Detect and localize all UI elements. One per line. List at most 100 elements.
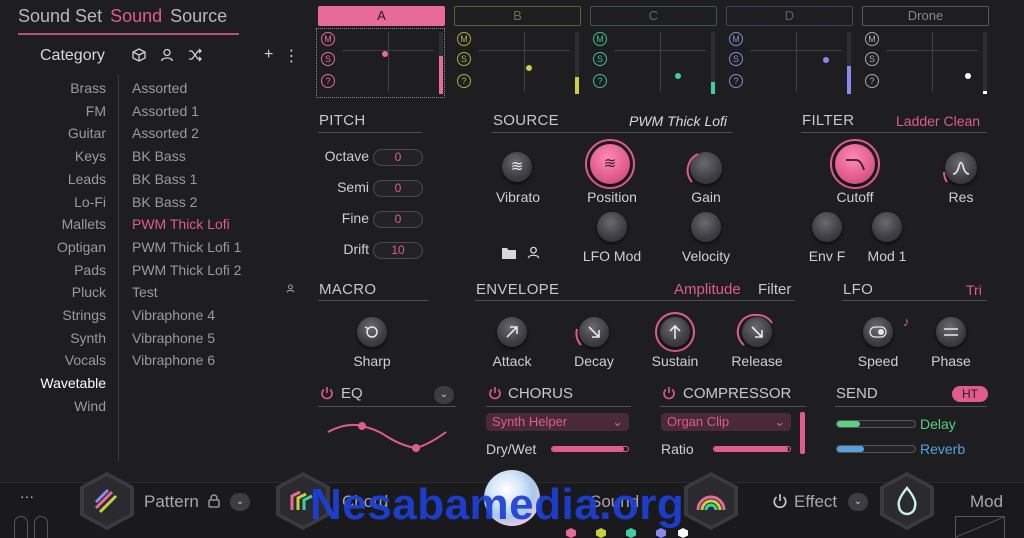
mod-label[interactable]: Mod <box>970 492 1003 512</box>
keyboard-key-1[interactable] <box>14 516 28 538</box>
tab-sound-set[interactable]: Sound Set <box>18 6 102 27</box>
preset-item[interactable]: PWM Thick Lofi 2 <box>132 259 241 282</box>
preset-item[interactable]: Vibraphone 4 <box>132 304 241 327</box>
category-item[interactable]: Vocals <box>40 349 106 372</box>
preset-item[interactable]: Vibraphone 6 <box>132 349 241 372</box>
help-icon[interactable]: ? <box>729 74 743 88</box>
compressor-ratio-slider[interactable] <box>713 446 791 452</box>
part-tab[interactable]: B <box>454 6 581 26</box>
tab-source[interactable]: Source <box>170 6 227 27</box>
sustain-knob[interactable] <box>660 317 690 347</box>
tab-sound[interactable]: Sound <box>110 6 162 27</box>
send-ht-badge[interactable]: HT <box>952 386 988 402</box>
note-icon[interactable]: ♪ <box>903 314 910 329</box>
xy-dot[interactable] <box>382 51 388 57</box>
mute-button[interactable]: M <box>321 32 335 46</box>
category-item[interactable]: FM <box>40 100 106 123</box>
user-icon[interactable] <box>527 246 540 264</box>
mute-button[interactable]: M <box>729 32 743 46</box>
effect-power-icon[interactable] <box>772 493 788 514</box>
cutoff-knob[interactable] <box>835 144 875 184</box>
effect-label[interactable]: Effect <box>794 492 837 512</box>
eq-power-icon[interactable] <box>320 386 334 405</box>
lfo-shape[interactable]: Tri <box>966 282 982 298</box>
eq-dropdown-button[interactable]: ⌄ <box>434 386 454 404</box>
xy-pad[interactable] <box>886 32 978 92</box>
category-item[interactable]: Strings <box>40 304 106 327</box>
xy-dot[interactable] <box>823 57 829 63</box>
chorus-preset-dropdown[interactable]: Synth Helper ⌄ <box>486 413 629 431</box>
xy-dot[interactable] <box>675 73 681 79</box>
preset-item[interactable]: Assorted 1 <box>132 100 241 123</box>
mod-panel[interactable] <box>955 516 1005 538</box>
category-item[interactable]: Lo-Fi <box>40 191 106 214</box>
pattern-label[interactable]: Pattern <box>144 492 199 512</box>
category-item[interactable]: Wind <box>40 395 106 418</box>
part-tab[interactable]: C <box>590 6 717 26</box>
chorus-power-icon[interactable] <box>488 386 502 405</box>
sharp-knob[interactable] <box>357 317 387 347</box>
category-item[interactable]: Brass <box>40 77 106 100</box>
folder-icon[interactable] <box>501 246 517 265</box>
xy-pad[interactable] <box>750 32 842 92</box>
filter-type[interactable]: Ladder Clean <box>896 113 980 129</box>
mod1-knob[interactable] <box>872 212 902 242</box>
bottom-more-icon[interactable]: ··· <box>20 488 34 504</box>
part-d[interactable]: D M S? <box>726 6 853 97</box>
help-icon[interactable]: ? <box>593 74 607 88</box>
send-label[interactable]: Delay <box>920 416 956 432</box>
eq-curve[interactable] <box>326 412 450 456</box>
shuffle-icon[interactable] <box>188 48 202 65</box>
category-item[interactable]: Wavetable <box>40 372 106 395</box>
part-c[interactable]: C M S? <box>590 6 717 97</box>
category-item[interactable]: Mallets <box>40 213 106 236</box>
send-slider[interactable] <box>836 420 916 428</box>
add-preset-button[interactable]: + <box>264 46 273 66</box>
chorus-drywet-slider[interactable] <box>551 446 629 452</box>
preset-item[interactable]: Assorted <box>132 77 241 100</box>
help-icon[interactable]: ? <box>457 74 471 88</box>
mute-button[interactable]: M <box>593 32 607 46</box>
category-item[interactable]: Optigan <box>40 236 106 259</box>
part-tab[interactable]: A <box>318 6 445 26</box>
xy-pad[interactable] <box>478 32 570 92</box>
preset-item[interactable]: PWM Thick Lofi <box>132 213 241 236</box>
pitch-value-field[interactable]: 10 <box>373 242 423 259</box>
speed-knob[interactable] <box>863 317 893 347</box>
attack-knob[interactable] <box>497 317 527 347</box>
category-item[interactable]: Pads <box>40 259 106 282</box>
env-f-knob[interactable] <box>812 212 842 242</box>
category-item[interactable]: Leads <box>40 168 106 191</box>
pitch-value-field[interactable]: 0 <box>373 180 423 197</box>
xy-dot[interactable] <box>526 65 532 71</box>
effect-dropdown-button[interactable]: ⌄ <box>848 493 868 511</box>
keyboard-key-2[interactable] <box>34 516 48 538</box>
pitch-value-field[interactable]: 0 <box>373 149 423 166</box>
position-knob[interactable]: ≋ <box>590 144 630 184</box>
envelope-mode-amplitude[interactable]: Amplitude <box>674 281 741 298</box>
help-icon[interactable]: ? <box>865 74 879 88</box>
solo-button[interactable]: S <box>593 52 607 66</box>
pattern-dropdown-button[interactable]: ⌄ <box>230 493 250 511</box>
help-icon[interactable]: ? <box>321 74 335 88</box>
solo-button[interactable]: S <box>865 52 879 66</box>
solo-button[interactable]: S <box>321 52 335 66</box>
source-preset[interactable]: PWM Thick Lofi <box>629 113 727 129</box>
preset-item[interactable]: BK Bass <box>132 145 241 168</box>
part-b[interactable]: B M S? <box>454 6 581 97</box>
part-tab[interactable]: D <box>726 6 853 26</box>
preset-item[interactable]: PWM Thick Lofi 1 <box>132 236 241 259</box>
part-drone[interactable]: Drone M S? <box>862 6 989 97</box>
compressor-power-icon[interactable] <box>662 386 676 405</box>
part-tab[interactable]: Drone <box>862 6 989 26</box>
mute-button[interactable]: M <box>865 32 879 46</box>
part-a[interactable]: A M S? <box>318 6 445 97</box>
category-item[interactable]: Keys <box>40 145 106 168</box>
pitch-value-field[interactable]: 0 <box>373 211 423 228</box>
preset-item[interactable]: BK Bass 2 <box>132 191 241 214</box>
preset-item[interactable]: Assorted 2 <box>132 122 241 145</box>
category-item[interactable]: Synth <box>40 327 106 350</box>
send-slider[interactable] <box>836 445 916 453</box>
compressor-preset-dropdown[interactable]: Organ Clip ⌄ <box>661 413 791 431</box>
preset-item[interactable]: Vibraphone 5 <box>132 327 241 350</box>
